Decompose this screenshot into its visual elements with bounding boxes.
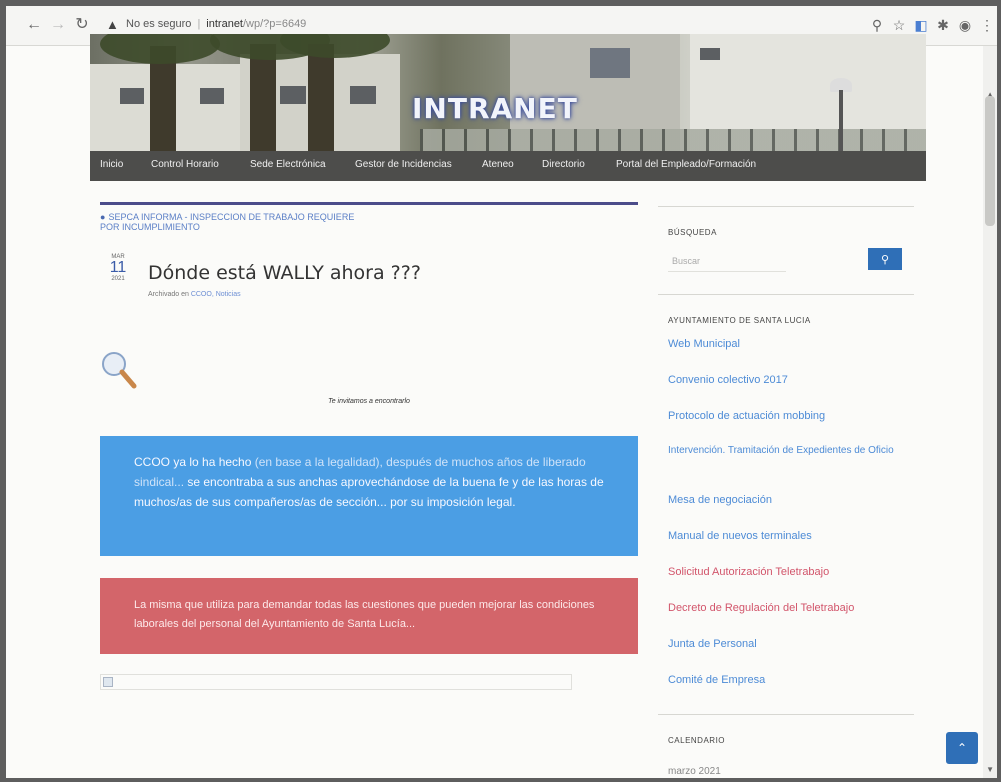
sidebar-link-junta-personal[interactable]: Junta de Personal (668, 638, 908, 650)
previous-post-link[interactable]: ● SEPCA INFORMA - INSPECCION DE TRABAJO R… (100, 212, 360, 232)
post-date-day: 11 (109, 259, 127, 276)
search-input[interactable] (668, 250, 786, 272)
widget-divider (658, 294, 914, 295)
header-banner: INTRANET (90, 34, 926, 151)
widget-divider (658, 206, 914, 207)
profile-avatar-icon[interactable]: ◉ (956, 17, 974, 34)
sidebar-link-decreto-teletrabajo[interactable]: Decreto de Regulación del Teletrabajo (668, 602, 908, 614)
star-icon[interactable]: ☆ (890, 17, 908, 34)
post-meta: Archivado en CCOO, Noticias (148, 291, 241, 298)
nav-item-control-horario[interactable]: Control Horario (151, 159, 219, 170)
sidebar-link-mesa-negociacion[interactable]: Mesa de negociación (668, 494, 908, 506)
post-title: Dónde está WALLY ahora ??? (148, 262, 421, 284)
circle-arrow-icon: ● (100, 212, 106, 222)
broken-image-icon (103, 677, 113, 687)
content-top-rule (100, 202, 638, 205)
page-scrollbar[interactable]: ▲ ▼ (983, 46, 997, 778)
calendar-month: marzo 2021 (668, 766, 721, 777)
security-warning-text: No es seguro (126, 18, 192, 30)
extensions-puzzle-icon[interactable]: ✱ (934, 17, 952, 34)
invite-text: Te invitamos a encontrarlo (328, 398, 410, 405)
sidebar-link-intervencion[interactable]: Intervención. Tramitación de Expedientes… (668, 446, 908, 456)
previous-post-link-text: SEPCA INFORMA - INSPECCION DE TRABAJO RE… (100, 212, 355, 232)
nav-item-sede-electronica[interactable]: Sede Electrónica (250, 159, 326, 170)
sidebar-link-convenio[interactable]: Convenio colectivo 2017 (668, 374, 908, 386)
ayuntamiento-widget-title: AYUNTAMIENTO DE SANTA LUCIA (668, 316, 811, 325)
widget-divider (658, 714, 914, 715)
calendar-widget-title: CALENDARIO (668, 736, 726, 745)
post-date: MAR 11 2021 (106, 254, 130, 282)
red-box-text: La misma que utiliza para demandar todas… (134, 599, 595, 630)
blue-box-text-rest: se encontraba a sus anchas aprovechándos… (134, 475, 604, 509)
post-date-year: 2021 (111, 276, 125, 282)
site-title[interactable]: INTRANET (412, 92, 578, 125)
back-arrow-icon[interactable]: ← (24, 16, 44, 34)
address-bar[interactable]: No es seguro | intranet/wp/?p=6649 (126, 18, 306, 30)
nav-item-portal-empleado[interactable]: Portal del Empleado/Formación (616, 159, 756, 170)
forward-arrow-icon[interactable]: → (48, 16, 68, 34)
screenshot: ← → ↻ ▲ No es seguro | intranet/wp/?p=6649… (0, 0, 1001, 782)
sidebar-link-protocolo-mobbing[interactable]: Protocolo de actuación mobbing (668, 410, 908, 422)
blue-box-text-lead: CCOO ya lo ha hecho (134, 455, 252, 469)
broken-image-placeholder (100, 674, 572, 690)
search-icon: ⚲ (880, 252, 890, 266)
sidebar-link-manual-terminales[interactable]: Manual de nuevos terminales (668, 530, 908, 542)
warning-icon[interactable]: ▲ (106, 17, 119, 32)
reload-icon[interactable]: ↻ (72, 16, 92, 34)
nav-item-directorio[interactable]: Directorio (542, 159, 585, 170)
search-button[interactable]: ⚲ (868, 248, 902, 270)
sidebar-link-comite-empresa[interactable]: Comité de Empresa (668, 674, 908, 686)
menu-kebab-icon[interactable]: ⋮ (978, 17, 996, 34)
url-host: intranet (206, 18, 243, 30)
zoom-icon[interactable]: ⚲ (868, 17, 886, 34)
scroll-down-arrow-icon[interactable]: ▼ (986, 765, 994, 774)
post-category-link[interactable]: CCOO, Noticias (191, 291, 241, 298)
nav-item-ateneo[interactable]: Ateneo (482, 159, 514, 170)
post-meta-prefix: Archivado en (148, 291, 189, 298)
highlight-box-blue: CCOO ya lo ha hecho (en base a la legali… (100, 436, 638, 556)
blue-box-text: CCOO ya lo ha hecho (en base a la legali… (134, 452, 610, 512)
nav-item-inicio[interactable]: Inicio (100, 159, 123, 170)
chevron-up-icon: ⌃ (956, 741, 968, 755)
translate-extension-icon[interactable]: ◧ (912, 17, 930, 34)
back-to-top-button[interactable]: ⌃ (946, 732, 978, 764)
main-navigation: Inicio Control Horario Sede Electrónica … (90, 151, 926, 181)
nav-item-gestor-incidencias[interactable]: Gestor de Incidencias (355, 159, 452, 170)
search-widget-title: BÚSQUEDA (668, 228, 717, 237)
highlight-box-red: La misma que utiliza para demandar todas… (100, 578, 638, 654)
magnifier-icon (102, 352, 137, 389)
sidebar-link-web-municipal[interactable]: Web Municipal (668, 338, 908, 350)
url-path: /wp/?p=6649 (243, 18, 307, 30)
sidebar-link-solicitud-teletrabajo[interactable]: Solicitud Autorización Teletrabajo (668, 566, 908, 578)
scrollbar-thumb[interactable] (985, 96, 995, 226)
